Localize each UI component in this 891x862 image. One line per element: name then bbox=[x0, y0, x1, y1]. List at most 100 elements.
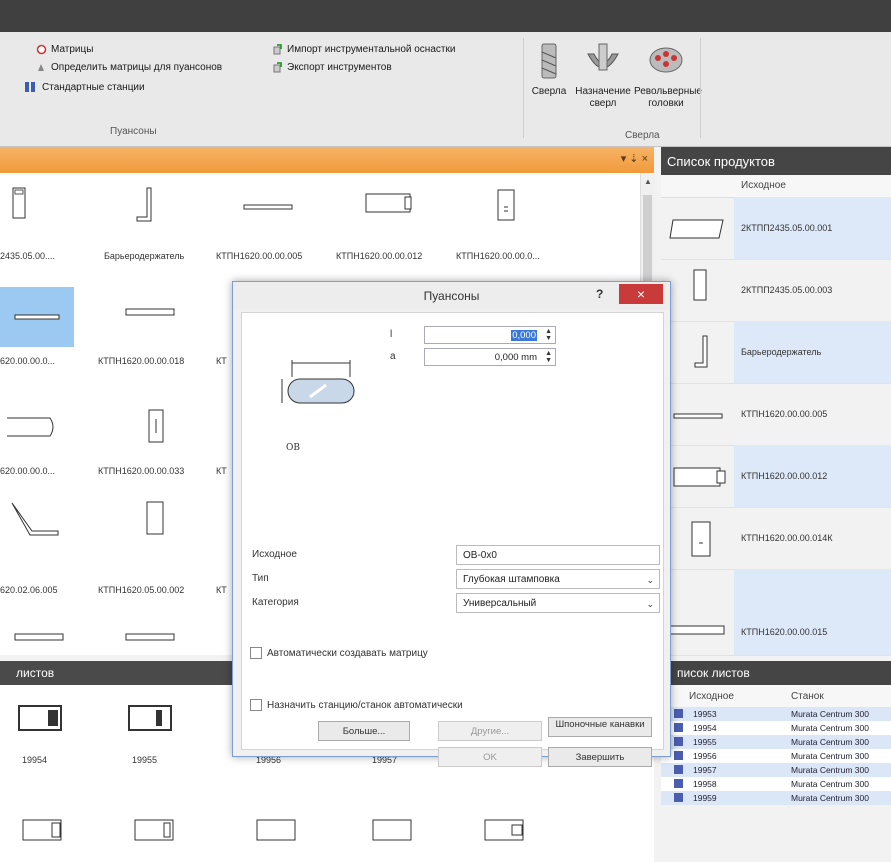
more-button[interactable]: Больше... bbox=[318, 721, 410, 741]
sheet-thumbnail bbox=[18, 705, 62, 731]
tool-thumbnail bbox=[243, 204, 293, 210]
tool-label: Барьеродержатель bbox=[104, 251, 185, 261]
tool-thumbnail bbox=[136, 187, 152, 222]
panel-window-controls[interactable]: ▾ ⇣ × bbox=[621, 152, 648, 165]
type-select[interactable]: Глубокая штамповка ⌄ bbox=[456, 569, 660, 589]
revolver-heads-button[interactable]: Револьверные головки bbox=[634, 42, 702, 110]
sheet-list-row[interactable]: 19959 Murata Centrum 300 bbox=[661, 791, 891, 805]
ribbon-define-matrices-button[interactable]: Определить матрицы для пуансонов bbox=[36, 62, 222, 73]
product-name: КТПН1620.00.00.014К bbox=[741, 533, 833, 543]
ribbon-standard-stations-label: Стандартные станции bbox=[42, 81, 145, 93]
sheet-number: 19955 bbox=[132, 755, 158, 765]
param-a-input[interactable]: 0,000 mm ▲ ▼ bbox=[424, 348, 556, 366]
column-source[interactable]: Исходное bbox=[689, 691, 734, 702]
auto-matrix-checkbox[interactable]: Автоматически создавать матрицу bbox=[250, 647, 428, 659]
column-source-label: Исходное bbox=[741, 180, 786, 191]
ribbon-import-tooling-button[interactable]: Импорт инструментальной оснастки bbox=[272, 44, 455, 55]
product-row[interactable]: Барьеродержатель bbox=[661, 321, 891, 384]
sheet-id: 19957 bbox=[693, 765, 717, 775]
product-row[interactable]: КТПН1620.00.00.014К bbox=[661, 507, 891, 570]
checkbox-box[interactable] bbox=[250, 647, 262, 659]
ribbon-standard-stations-button[interactable]: Стандартные станции bbox=[24, 80, 145, 94]
products-column-header[interactable]: Исходное bbox=[661, 175, 891, 198]
source-label: Исходное bbox=[252, 549, 297, 560]
tool-label: КТ bbox=[216, 356, 227, 366]
param-l-input[interactable]: 0,000 ▲ ▼ bbox=[424, 326, 556, 344]
tool-label: 620.02.06.005 bbox=[0, 585, 58, 595]
tool-label: 620.00.00.0... bbox=[0, 356, 56, 366]
sheet-icon bbox=[674, 779, 683, 788]
product-row[interactable]: КТПН1620.00.00.015 bbox=[661, 569, 891, 656]
import-icon bbox=[273, 44, 282, 55]
tool-label: КТПН1620.00.00.012 bbox=[336, 251, 423, 261]
category-select[interactable]: Универсальный ⌄ bbox=[456, 593, 660, 613]
close-button[interactable]: × bbox=[619, 284, 663, 304]
tool-label: КТ bbox=[216, 585, 227, 595]
drills-button[interactable]: Сверла bbox=[527, 42, 571, 98]
punch-shape-preview-icon bbox=[281, 360, 355, 404]
stations-icon bbox=[25, 82, 35, 92]
sheet-id: 19955 bbox=[693, 737, 717, 747]
assign-drills-button[interactable]: Назначение сверл bbox=[574, 42, 632, 110]
tools-panel-header: ▾ ⇣ × bbox=[0, 147, 654, 173]
tool-thumbnail bbox=[146, 501, 164, 535]
product-row[interactable]: КТПН1620.00.00.005 bbox=[661, 383, 891, 446]
product-name: 2КТПП2435.05.00.001 bbox=[741, 223, 833, 233]
checkbox-box[interactable] bbox=[250, 699, 262, 711]
spinner-arrows-icon[interactable]: ▲ ▼ bbox=[545, 328, 552, 342]
sheet-machine: Murata Centrum 300 bbox=[791, 765, 869, 775]
sheet-list-header: писок листов bbox=[661, 661, 891, 685]
ribbon-export-label: Экспорт инструментов bbox=[287, 62, 392, 73]
sheet-machine: Murata Centrum 300 bbox=[791, 751, 869, 761]
finish-button[interactable]: Завершить bbox=[548, 747, 652, 767]
tool-label: КТПН1620.05.00.002 bbox=[98, 585, 185, 595]
scroll-up-icon[interactable]: ▲ bbox=[644, 177, 652, 186]
ribbon-export-tools-button[interactable]: Экспорт инструментов bbox=[272, 62, 392, 73]
tool-thumbnail bbox=[497, 189, 515, 221]
ribbon-define-matrices-label: Определить матрицы для пуансонов bbox=[51, 62, 223, 73]
matrix-icon bbox=[36, 44, 47, 55]
keyway-button[interactable]: Шпоночные канавки bbox=[548, 717, 652, 737]
sheet-thumbnail bbox=[484, 819, 524, 841]
product-row[interactable]: 2КТПП2435.05.00.001 bbox=[661, 197, 891, 260]
sheet-list-row[interactable]: 19953 Murata Centrum 300 bbox=[661, 707, 891, 721]
ok-button[interactable]: OK bbox=[438, 747, 542, 767]
source-value: OB-0x0 bbox=[463, 550, 497, 561]
sheet-thumbnail bbox=[128, 705, 172, 731]
auto-station-checkbox[interactable]: Назначить станцию/станок автоматически bbox=[250, 699, 463, 711]
tool-label: 2435.05.00.... bbox=[0, 251, 56, 261]
sheet-list-row[interactable]: 19957 Murata Centrum 300 bbox=[661, 763, 891, 777]
product-thumbnail bbox=[691, 521, 711, 557]
selected-tool-tile[interactable] bbox=[0, 287, 74, 347]
sheet-machine: Murata Centrum 300 bbox=[791, 737, 869, 747]
dialog-title-bar[interactable]: Пуансоны ? × bbox=[233, 282, 670, 310]
other-button[interactable]: Другие... bbox=[438, 721, 542, 741]
source-input[interactable]: OB-0x0 bbox=[456, 545, 660, 565]
tool-label: КТПН1620.00.00.018 bbox=[98, 356, 185, 366]
sheet-list-row[interactable]: 19955 Murata Centrum 300 bbox=[661, 735, 891, 749]
product-row[interactable]: КТПН1620.00.00.012 bbox=[661, 445, 891, 508]
sheet-thumbnail bbox=[22, 819, 62, 841]
spinner-arrows-icon[interactable]: ▲ ▼ bbox=[545, 350, 552, 364]
tool-label: КТПН1620.00.00.033 bbox=[98, 466, 185, 476]
drill-icon bbox=[541, 43, 557, 79]
tool-label: КТ bbox=[216, 466, 227, 476]
product-thumbnail bbox=[669, 625, 725, 635]
sheet-list-column-header[interactable]: Исходное Станок bbox=[661, 685, 891, 708]
product-row[interactable]: 2КТПП2435.05.00.003 bbox=[661, 259, 891, 322]
auto-matrix-label: Автоматически создавать матрицу bbox=[267, 647, 428, 659]
dialog-content: l 0,000 ▲ ▼ a 0,000 mm ▲ ▼ OB Исходное OB-… bbox=[241, 312, 664, 767]
sheet-list-row[interactable]: 19958 Murata Centrum 300 bbox=[661, 777, 891, 791]
sheet-list-row[interactable]: 19956 Murata Centrum 300 bbox=[661, 749, 891, 763]
column-machine[interactable]: Станок bbox=[791, 691, 824, 702]
ribbon-matrices-button[interactable]: Матрицы bbox=[36, 44, 93, 55]
product-thumbnail bbox=[673, 413, 723, 419]
sheet-icon bbox=[674, 709, 683, 718]
tool-thumbnail bbox=[125, 633, 175, 641]
product-thumbnail bbox=[694, 335, 708, 368]
define-matrix-icon bbox=[38, 64, 44, 71]
tool-thumbnail bbox=[14, 314, 60, 320]
help-icon[interactable]: ? bbox=[596, 287, 603, 301]
export-icon bbox=[273, 62, 282, 73]
sheet-list-row[interactable]: 19954 Murata Centrum 300 bbox=[661, 721, 891, 735]
